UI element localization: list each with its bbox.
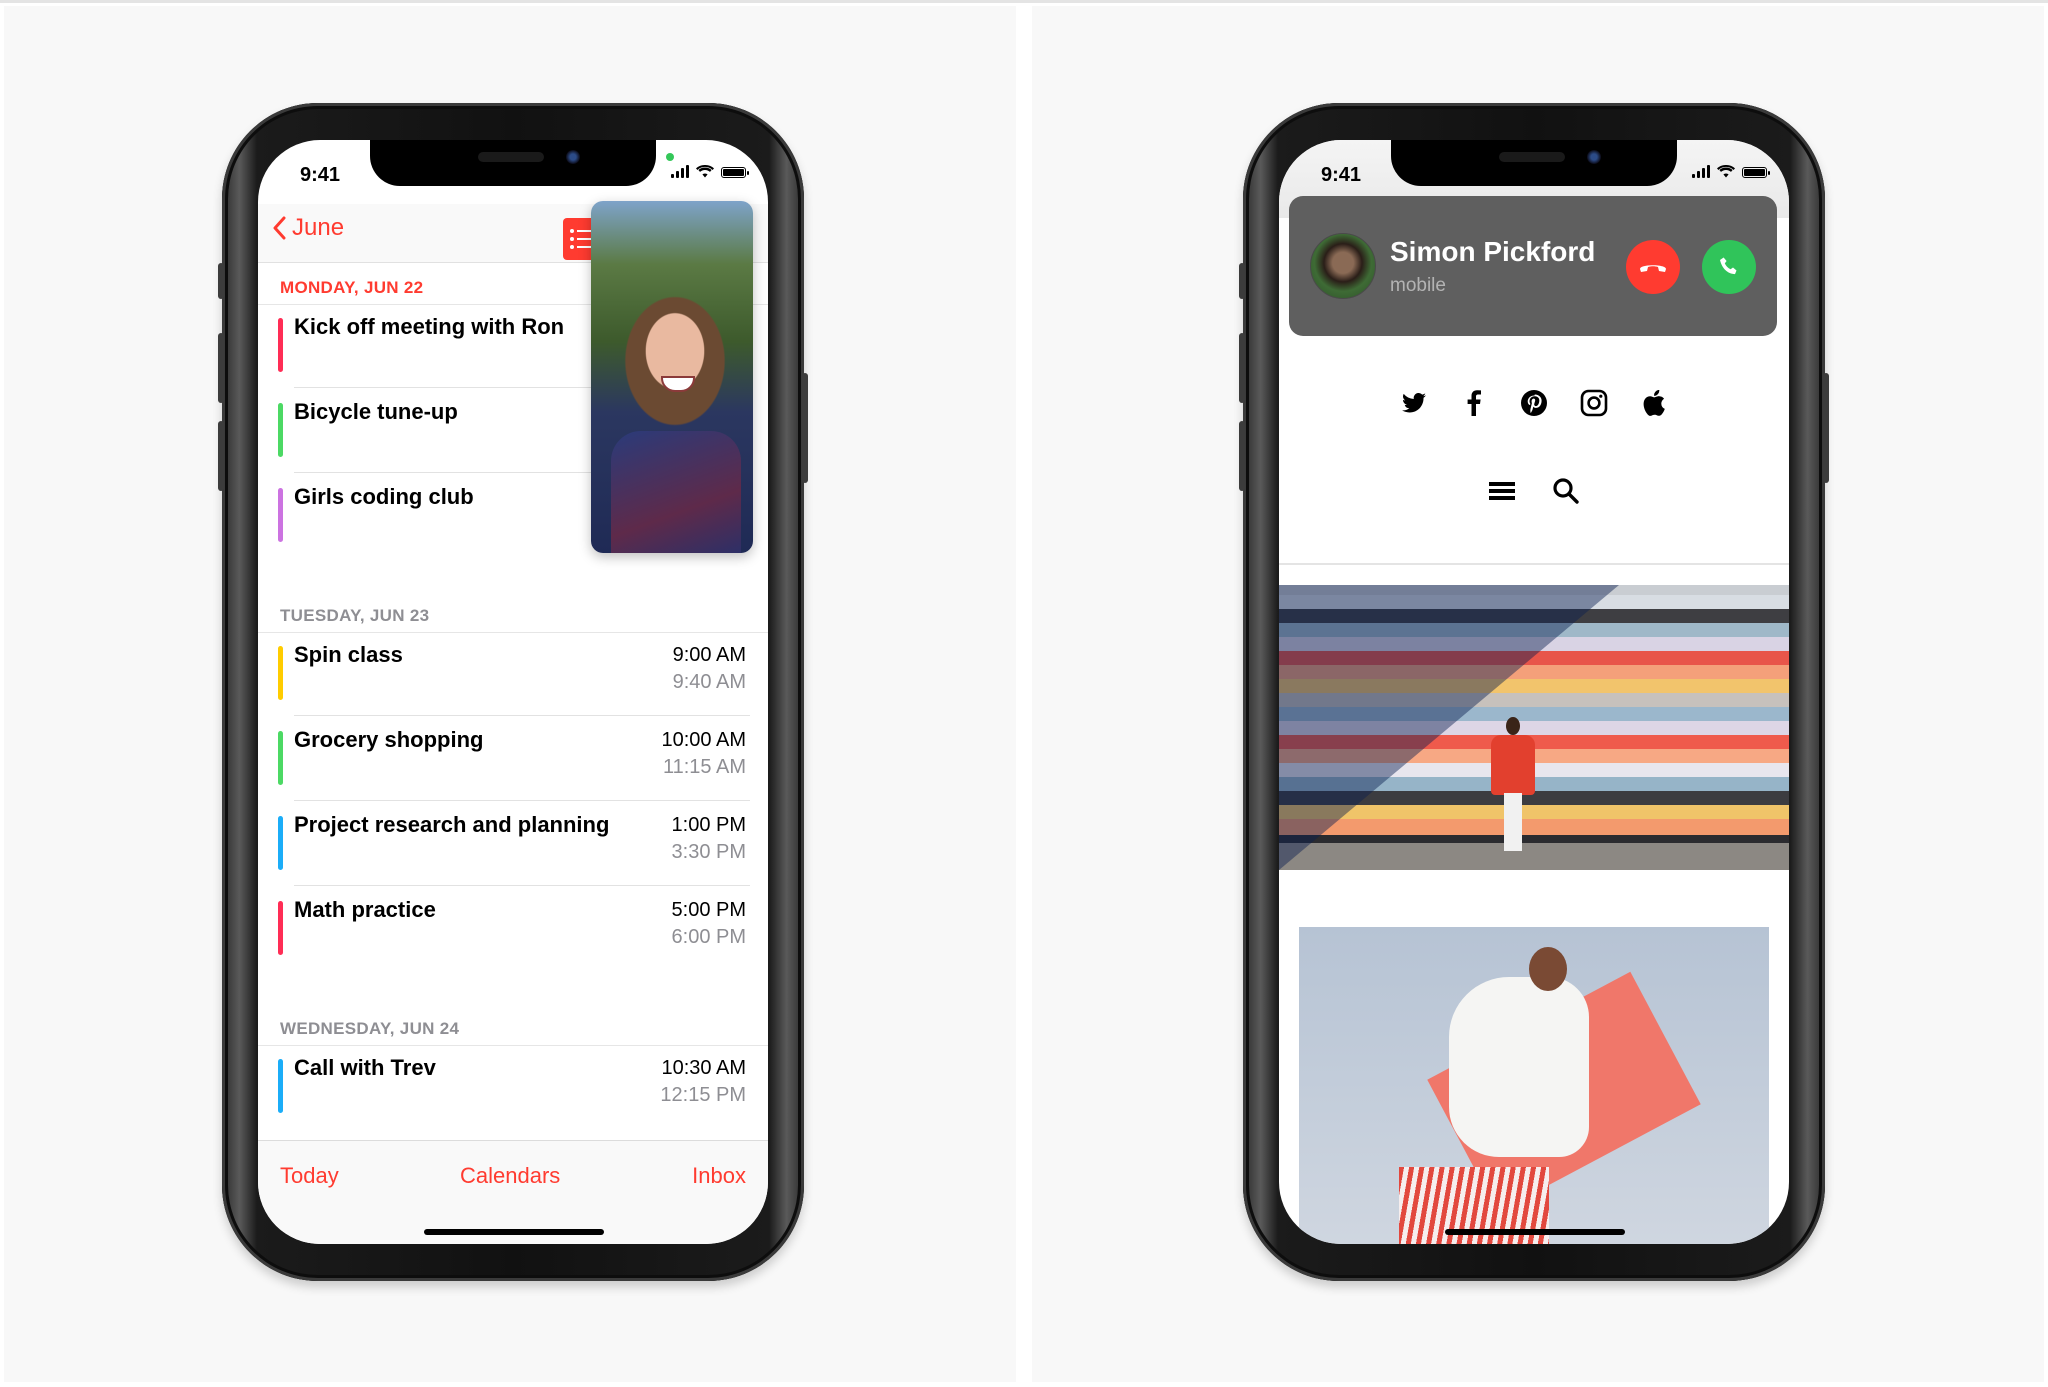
- top-border: [0, 0, 2048, 3]
- photo-striped-wall[interactable]: [1279, 585, 1789, 870]
- volume-down-button: [1239, 421, 1245, 491]
- mute-switch: [1239, 263, 1245, 299]
- day-header-monday: MONDAY, JUN 22: [280, 278, 424, 297]
- event-title: Math practice: [294, 897, 436, 922]
- event-start-time: 10:30 AM: [661, 1057, 746, 1079]
- event-start-time: 10:00 AM: [661, 729, 746, 751]
- event-end-time: 12:15 PM: [660, 1084, 746, 1106]
- event-title: Call with Trev: [294, 1055, 436, 1080]
- social-links: [1279, 387, 1789, 419]
- wifi-icon: [696, 165, 714, 178]
- event-start-time: 5:00 PM: [671, 899, 746, 921]
- front-camera: [566, 150, 580, 164]
- day-header-wednesday: WEDNESDAY, JUN 24: [280, 1019, 460, 1038]
- home-indicator[interactable]: [1445, 1229, 1625, 1235]
- battery-icon: [1742, 167, 1770, 178]
- tab-inbox[interactable]: Inbox: [692, 1163, 746, 1189]
- caller-avatar: [1310, 233, 1376, 299]
- iphone-calendar: 9:41 June MONDAY, JUN 22 Kick off meetin…: [218, 103, 808, 1281]
- decline-call-button[interactable]: [1626, 240, 1680, 294]
- day-header-tuesday: TUESDAY, JUN 23: [280, 606, 430, 625]
- instagram-icon[interactable]: [1578, 387, 1610, 419]
- event-row[interactable]: Call with Trev 10:30 AM 12:15 PM: [258, 1045, 768, 1129]
- front-camera: [1587, 150, 1601, 164]
- wifi-icon: [1717, 165, 1735, 178]
- volume-down-button: [218, 421, 224, 491]
- calendar-color-bar: [278, 901, 283, 955]
- notch: [1391, 140, 1677, 186]
- mute-switch: [218, 263, 224, 299]
- calendar-color-bar: [278, 816, 283, 870]
- status-icons: [671, 165, 749, 178]
- event-row[interactable]: Project research and planning 1:00 PM 3:…: [258, 802, 768, 886]
- menu-icon[interactable]: [1487, 476, 1517, 506]
- tab-calendars[interactable]: Calendars: [460, 1163, 560, 1189]
- event-title: Spin class: [294, 642, 403, 667]
- phone-hangup-icon: [1640, 265, 1666, 272]
- status-time: 9:41: [300, 164, 341, 186]
- event-title: Kick off meeting with Ron: [294, 314, 565, 339]
- apple-icon[interactable]: [1638, 387, 1670, 419]
- event-start-time: 1:00 PM: [671, 814, 746, 836]
- battery-icon: [721, 167, 749, 178]
- calendar-color-bar: [278, 403, 283, 457]
- cellular-signal-icon: [1692, 165, 1710, 178]
- calendar-color-bar: [278, 731, 283, 785]
- status-icons: [1692, 165, 1770, 178]
- volume-up-button: [1239, 333, 1245, 403]
- event-end-time: 9:40 AM: [672, 671, 746, 693]
- calendar-color-bar: [278, 488, 283, 542]
- event-title: Bicycle tune-up: [294, 399, 458, 424]
- twitter-icon[interactable]: [1398, 387, 1430, 419]
- event-start-time: 9:00 AM: [672, 644, 746, 666]
- status-time: 9:41: [1321, 164, 1362, 186]
- chevron-left-icon: [273, 216, 286, 240]
- notch: [370, 140, 656, 186]
- accept-call-button[interactable]: [1702, 240, 1756, 294]
- header-divider: [1279, 563, 1789, 565]
- caller-name: Simon Pickford: [1390, 236, 1596, 267]
- tab-today[interactable]: Today: [280, 1163, 339, 1189]
- side-button: [802, 373, 808, 483]
- calendar-color-bar: [278, 1059, 283, 1113]
- event-title: Grocery shopping: [294, 727, 484, 752]
- calendar-color-bar: [278, 646, 283, 700]
- camera-in-use-indicator: [666, 153, 674, 161]
- photo-coral-board[interactable]: [1299, 927, 1769, 1244]
- event-row[interactable]: Spin class 9:00 AM 9:40 AM: [258, 632, 768, 716]
- iphone-incoming-call: 9:41 Simon Pickford mobile: [1239, 103, 1829, 1281]
- phone-icon: [1720, 257, 1737, 275]
- website-screen: 9:41 Simon Pickford mobile: [1279, 140, 1789, 1244]
- event-row[interactable]: Grocery shopping 10:00 AM 11:15 AM: [258, 717, 768, 801]
- event-title: Girls coding club: [294, 484, 474, 509]
- pinterest-icon[interactable]: [1518, 387, 1550, 419]
- event-end-time: 11:15 AM: [662, 756, 746, 778]
- volume-up-button: [218, 333, 224, 403]
- facetime-pip-video[interactable]: [591, 201, 753, 553]
- home-indicator[interactable]: [424, 1229, 604, 1235]
- site-utility-bar: [1279, 476, 1789, 506]
- back-label: June: [292, 214, 345, 241]
- cellular-signal-icon: [671, 165, 689, 178]
- event-title: Project research and planning: [294, 812, 610, 837]
- side-button: [1823, 373, 1829, 483]
- calendar-screen: 9:41 June MONDAY, JUN 22 Kick off meetin…: [258, 140, 768, 1244]
- search-icon[interactable]: [1551, 476, 1581, 506]
- calendar-color-bar: [278, 318, 283, 372]
- incoming-call-banner[interactable]: Simon Pickford mobile: [1289, 196, 1777, 336]
- facebook-icon[interactable]: [1458, 387, 1490, 419]
- event-end-time: 6:00 PM: [671, 926, 746, 948]
- event-end-time: 3:30 PM: [671, 841, 746, 863]
- event-row[interactable]: Math practice 5:00 PM 6:00 PM: [258, 887, 768, 971]
- caller-label: mobile: [1390, 275, 1446, 296]
- back-button[interactable]: June: [272, 214, 344, 242]
